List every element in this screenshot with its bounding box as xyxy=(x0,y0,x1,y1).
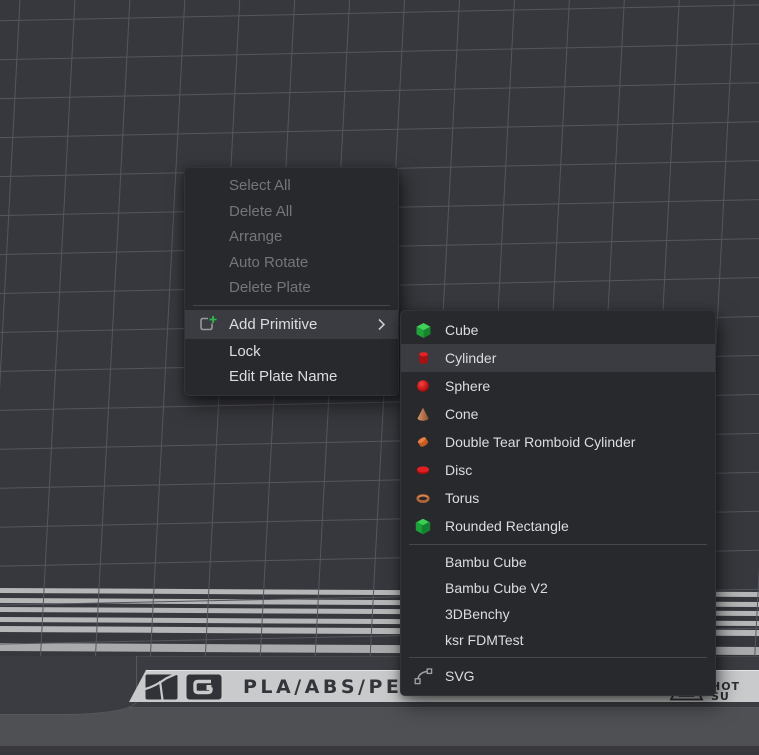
menu-item-select-all: Select All xyxy=(185,173,398,199)
add-primitive-icon xyxy=(197,315,219,333)
menu-item-edit-plate-name[interactable]: Edit Plate Name xyxy=(185,364,398,390)
cube-icon xyxy=(410,322,436,339)
svg-bezier-icon xyxy=(410,668,436,685)
menu-item-auto-rotate: Auto Rotate xyxy=(185,250,398,276)
disc-icon xyxy=(410,464,436,476)
submenu-item-sphere[interactable]: Sphere xyxy=(401,372,715,400)
pinwheel-logo-icon xyxy=(145,674,178,700)
menu-item-delete-all: Delete All xyxy=(185,199,398,225)
plate-context-menu: Select All Delete All Arrange Auto Rotat… xyxy=(184,167,399,396)
plate-front-rim-corner xyxy=(0,656,137,715)
torus-icon xyxy=(410,492,436,505)
menu-item-arrange: Arrange xyxy=(185,224,398,250)
submenu-item-ksr-fdmtest[interactable]: ksr FDMTest xyxy=(401,627,715,653)
submenu-item-torus[interactable]: Torus xyxy=(401,484,715,512)
menu-separator xyxy=(193,305,390,306)
submenu-item-double-tear-romboid-cylinder[interactable]: Double Tear Romboid Cylinder xyxy=(401,428,715,456)
submenu-item-cone[interactable]: Cone xyxy=(401,400,715,428)
rounded-rectangle-icon xyxy=(410,518,436,535)
chevron-right-icon xyxy=(377,318,386,331)
viewport-bottom-edge xyxy=(0,746,759,753)
menu-item-add-primitive[interactable]: Add Primitive xyxy=(185,310,398,339)
submenu-item-svg[interactable]: SVG xyxy=(401,662,715,690)
submenu-item-bambu-cube[interactable]: Bambu Cube xyxy=(401,549,715,575)
submenu-item-disc[interactable]: Disc xyxy=(401,456,715,484)
double-tear-romboid-cylinder-icon xyxy=(410,434,436,450)
submenu-item-cube[interactable]: Cube xyxy=(401,316,715,344)
submenu-item-bambu-cube-v2[interactable]: Bambu Cube V2 xyxy=(401,575,715,601)
menu-item-lock[interactable]: Lock xyxy=(185,339,398,365)
cone-icon xyxy=(410,406,436,422)
submenu-item-cylinder[interactable]: Cylinder xyxy=(401,344,715,372)
submenu-item-3dbenchy[interactable]: 3DBenchy xyxy=(401,601,715,627)
add-primitive-submenu: Cube Cylinder Sphere xyxy=(400,310,716,696)
g-logo-icon xyxy=(186,674,222,700)
menu-separator xyxy=(409,544,707,545)
submenu-item-rounded-rectangle[interactable]: Rounded Rectangle xyxy=(401,512,715,540)
sphere-icon xyxy=(410,379,436,393)
menu-item-delete-plate: Delete Plate xyxy=(185,275,398,301)
menu-separator xyxy=(409,657,707,658)
cylinder-icon xyxy=(410,350,436,366)
